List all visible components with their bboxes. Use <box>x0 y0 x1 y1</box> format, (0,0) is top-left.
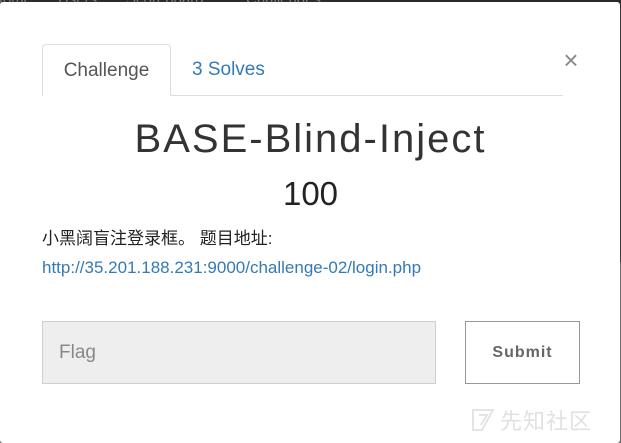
challenge-modal: Challenge 3 Solves × BASE-Blind-Inject 1… <box>0 2 620 443</box>
challenge-link[interactable]: http://35.201.188.231:9000/challenge-02/… <box>42 255 421 281</box>
challenge-title: BASE-Blind-Inject <box>134 117 487 161</box>
submit-button[interactable]: Submit <box>465 321 580 384</box>
challenge-description: 小黑阔盲注登录框。 题目地址: <box>42 229 273 248</box>
tab-challenge[interactable]: Challenge <box>42 44 171 96</box>
watermark-text: 先知社区 <box>500 409 593 434</box>
flag-input[interactable] <box>42 321 436 384</box>
close-icon: × <box>563 45 579 75</box>
challenge-points: 100 <box>282 175 339 212</box>
close-button[interactable]: × <box>559 44 583 76</box>
xianzhi-logo-icon <box>470 407 496 433</box>
tab-solves[interactable]: 3 Solves <box>192 44 265 95</box>
modal-tabs: Challenge 3 Solves <box>42 42 563 96</box>
watermark: 先知社区 <box>470 405 592 435</box>
